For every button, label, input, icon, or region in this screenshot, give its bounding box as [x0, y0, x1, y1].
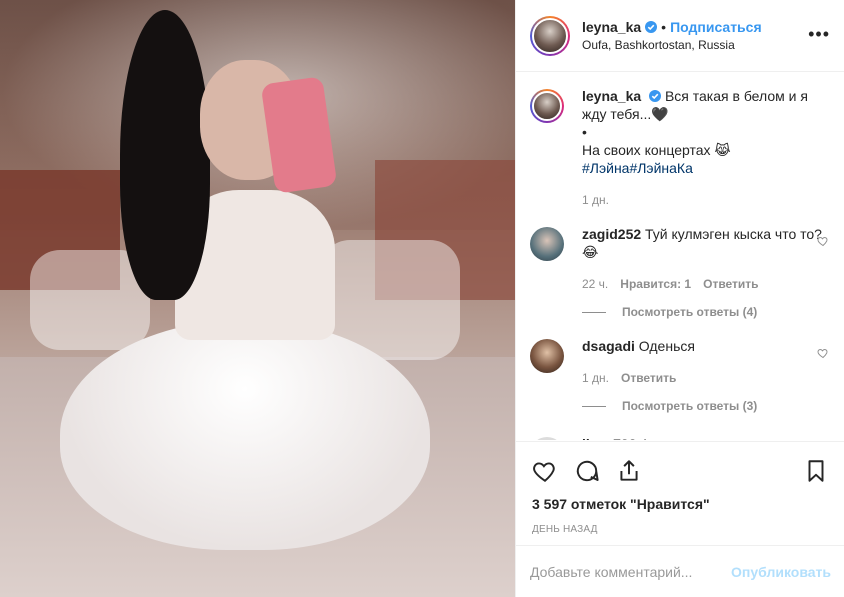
- replies-line: [582, 311, 606, 313]
- caption-time[interactable]: 1 дн.: [582, 191, 609, 209]
- replies-line: [582, 405, 606, 407]
- verified-badge-icon: [649, 90, 662, 102]
- comment-body: ilya_733 А: [582, 435, 831, 440]
- photo-skirt: [60, 320, 430, 550]
- post-actions: 3 597 отметок "Нравится" ДЕНЬ НАЗАД: [516, 441, 844, 535]
- posted-time[interactable]: ДЕНЬ НАЗАД: [532, 524, 829, 535]
- likes-count[interactable]: 3 597 отметок "Нравится": [532, 496, 829, 512]
- comment-avatar[interactable]: [530, 339, 564, 373]
- bookmark-icon[interactable]: [803, 458, 829, 484]
- caption-text-line2: На своих концертах 😹: [582, 142, 731, 158]
- photo-hair: [120, 10, 210, 300]
- comment-username[interactable]: dsagadi: [582, 338, 635, 354]
- comments-section[interactable]: leyna_ka Вся такая в белом и я жду тебя.…: [516, 73, 844, 440]
- post-container: leyna_ka • Подписаться Oufa, Bashkortost…: [0, 0, 844, 597]
- caption: leyna_ka Вся такая в белом и я жду тебя.…: [530, 87, 831, 209]
- action-icons: [532, 458, 829, 484]
- comment-likes[interactable]: Нравится: 1: [620, 275, 691, 293]
- more-options-icon[interactable]: •••: [808, 24, 830, 45]
- comment-avatar[interactable]: [530, 227, 564, 261]
- comment-meta: 22 ч. Нравится: 1 Ответить: [582, 275, 831, 293]
- comment-bubble-icon[interactable]: [574, 458, 600, 484]
- add-comment-bar: Опубликовать: [516, 545, 844, 597]
- like-heart-icon[interactable]: [532, 458, 558, 484]
- header-row: leyna_ka • Подписаться: [582, 19, 830, 35]
- comment-username[interactable]: zagid252: [582, 226, 641, 242]
- follow-button[interactable]: Подписаться: [670, 19, 762, 35]
- author-avatar[interactable]: [530, 15, 570, 56]
- caption-username[interactable]: leyna_ka: [582, 88, 641, 104]
- view-replies-button[interactable]: Посмотреть ответы (3): [582, 399, 831, 413]
- post-comment-button[interactable]: Опубликовать: [731, 564, 831, 580]
- reply-button[interactable]: Ответить: [703, 275, 758, 293]
- comment-meta: 1 дн. Ответить: [582, 369, 831, 387]
- post-sidebar: leyna_ka • Подписаться Oufa, Bashkortost…: [515, 0, 844, 597]
- caption-hashtags[interactable]: #Лэйна#ЛэйнаКа: [582, 159, 831, 177]
- caption-body: leyna_ka Вся такая в белом и я жду тебя.…: [582, 87, 831, 209]
- header-meta: leyna_ka • Подписаться Oufa, Bashkortost…: [582, 19, 830, 52]
- comment-time[interactable]: 1 дн.: [582, 369, 609, 387]
- view-replies-button[interactable]: Посмотреть ответы (4): [582, 305, 831, 319]
- comment-username[interactable]: ilya_733: [582, 436, 637, 440]
- share-icon[interactable]: [616, 458, 642, 484]
- location-link[interactable]: Oufa, Bashkortostan, Russia: [582, 38, 830, 52]
- view-replies-label: Посмотреть ответы (4): [622, 305, 758, 319]
- like-comment-icon[interactable]: [817, 235, 829, 247]
- header-separator: •: [661, 19, 667, 35]
- caption-meta: 1 дн.: [582, 191, 831, 209]
- comment-time[interactable]: 22 ч.: [582, 275, 608, 293]
- comment-item: zagid252 Туй кулмэген кыска что то?😂 22 …: [530, 225, 831, 293]
- comment-avatar[interactable]: [530, 437, 564, 440]
- comment-item: dsagadi Оденься 1 дн. Ответить: [530, 337, 831, 387]
- like-comment-icon[interactable]: [817, 347, 829, 359]
- post-photo[interactable]: [0, 0, 515, 597]
- verified-badge-icon: [645, 21, 658, 33]
- author-username[interactable]: leyna_ka: [582, 19, 641, 35]
- caption-avatar[interactable]: [530, 89, 564, 123]
- comment-text: Оденься: [638, 338, 695, 354]
- comment-text: А: [640, 436, 649, 440]
- comment-input[interactable]: [530, 563, 732, 580]
- caption-bullet: •: [582, 124, 587, 140]
- reply-button[interactable]: Ответить: [621, 369, 676, 387]
- comment-body: zagid252 Туй кулмэген кыска что то?😂 22 …: [582, 225, 831, 293]
- comment-item: ilya_733 А: [530, 435, 831, 440]
- post-header: leyna_ka • Подписаться Oufa, Bashkortost…: [516, 0, 844, 72]
- comment-body: dsagadi Оденься 1 дн. Ответить: [582, 337, 831, 387]
- view-replies-label: Посмотреть ответы (3): [622, 399, 758, 413]
